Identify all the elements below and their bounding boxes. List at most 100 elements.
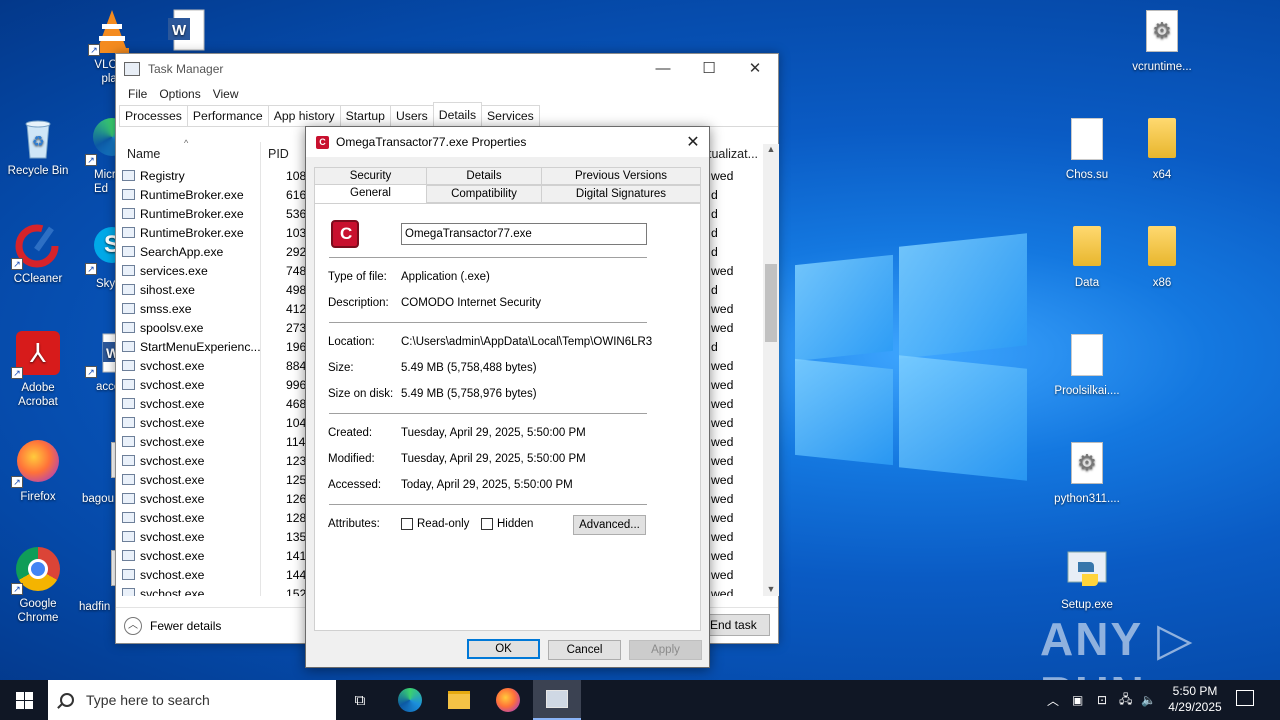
apply-button[interactable]: Apply bbox=[629, 640, 702, 660]
process-name: spoolsv.exe bbox=[140, 320, 204, 335]
hidden-checkbox[interactable]: Hidden bbox=[481, 518, 533, 530]
process-icon bbox=[122, 379, 135, 390]
desktop-icon-word-doc[interactable]: W bbox=[148, 8, 224, 56]
taskbar-file-explorer-icon[interactable] bbox=[435, 680, 483, 720]
chevron-up-icon[interactable]: ︿ bbox=[124, 616, 142, 635]
tab-users[interactable]: Users bbox=[389, 105, 434, 126]
size-label: Size: bbox=[328, 362, 354, 374]
process-name: svchost.exe bbox=[140, 358, 205, 373]
desktop-icon-label: Google Chrome bbox=[17, 598, 59, 624]
desktop-icon-label: x64 bbox=[1152, 169, 1172, 181]
desktop-icon-firefox[interactable]: ↗ Firefox bbox=[0, 438, 76, 504]
tab-performance[interactable]: Performance bbox=[186, 105, 269, 126]
menu-file[interactable]: File bbox=[122, 87, 153, 101]
process-icon bbox=[122, 170, 135, 181]
task-manager-titlebar[interactable]: Task Manager — ☐ ✕ bbox=[116, 54, 778, 83]
close-button[interactable]: ✕ bbox=[732, 54, 778, 83]
close-icon[interactable]: ✕ bbox=[677, 132, 709, 152]
tab-security[interactable]: Security bbox=[314, 167, 427, 185]
process-name: smss.exe bbox=[140, 301, 192, 316]
desktop-icon-acrobat[interactable]: ⅄ ↗ Adobe Acrobat bbox=[0, 330, 76, 409]
desktop-icon-python311[interactable]: ⚙ python311.... bbox=[1049, 440, 1125, 506]
chevron-up-icon[interactable]: ︿ bbox=[1047, 680, 1059, 720]
tab-compatibility[interactable]: Compatibility bbox=[426, 185, 542, 203]
taskbar-edge-icon[interactable] bbox=[386, 680, 434, 720]
file-icon bbox=[1064, 334, 1110, 380]
process-icon bbox=[122, 474, 135, 485]
process-icon bbox=[122, 341, 135, 352]
word-doc-icon: W bbox=[166, 8, 206, 52]
tab-services[interactable]: Services bbox=[481, 105, 540, 126]
filename-field[interactable] bbox=[401, 223, 647, 245]
taskbar-search-box[interactable]: Type here to search bbox=[48, 680, 336, 720]
desktop-icon-vcruntime[interactable]: ⚙ vcruntime... bbox=[1124, 8, 1200, 74]
desktop-icon-label: Setup.exe bbox=[1061, 599, 1113, 611]
general-tab-panel: Type of file: Application (.exe) Descrip… bbox=[314, 203, 701, 631]
menu-options[interactable]: Options bbox=[153, 87, 206, 101]
desktop-icon-x64[interactable]: x64 bbox=[1124, 116, 1200, 182]
desktop-icon-label: python311.... bbox=[1054, 493, 1120, 505]
process-virtualization: wed bbox=[711, 301, 734, 316]
tab-previous-versions[interactable]: Previous Versions bbox=[541, 167, 701, 185]
volume-icon[interactable]: 🔈 bbox=[1141, 680, 1156, 720]
process-name: svchost.exe bbox=[140, 529, 205, 544]
desktop-icon-x86[interactable]: x86 bbox=[1124, 224, 1200, 290]
process-name: svchost.exe bbox=[140, 567, 205, 582]
notification-center-icon[interactable] bbox=[1236, 690, 1254, 706]
readonly-checkbox[interactable]: Read-only bbox=[401, 518, 469, 530]
desktop-icon-data[interactable]: Data bbox=[1049, 224, 1125, 290]
taskbar-task-manager-icon[interactable] bbox=[533, 680, 581, 720]
checkbox-box[interactable] bbox=[481, 518, 493, 530]
tab-startup[interactable]: Startup bbox=[339, 105, 391, 126]
desktop-icon-recycle-bin[interactable]: ♻ Recycle Bin bbox=[0, 114, 76, 178]
tab-digital-signatures[interactable]: Digital Signatures bbox=[541, 185, 701, 203]
properties-dialog: C OmegaTransactor77.exe Properties ✕ Sec… bbox=[305, 126, 710, 668]
tab-app-history[interactable]: App history bbox=[267, 105, 341, 126]
menu-view[interactable]: View bbox=[207, 87, 245, 101]
taskbar-firefox-icon[interactable] bbox=[484, 680, 532, 720]
process-name: svchost.exe bbox=[140, 586, 205, 597]
size-on-disk-label: Size on disk: bbox=[328, 388, 394, 400]
vlc-icon: ↗ bbox=[88, 8, 132, 56]
taskbar-clock[interactable]: 5:50 PM 4/29/2025 bbox=[1158, 683, 1232, 715]
svg-text:♻: ♻ bbox=[32, 133, 45, 149]
process-virtualization: wed bbox=[711, 453, 734, 468]
task-manager-icon bbox=[124, 61, 140, 76]
network-device-icon[interactable]: ⊡ bbox=[1097, 680, 1107, 720]
tab-general[interactable]: General bbox=[314, 184, 427, 204]
desktop-icon-chrome[interactable]: ↗ Google Chrome bbox=[0, 546, 76, 625]
process-name: svchost.exe bbox=[140, 491, 205, 506]
network-icon[interactable]: 🖧 bbox=[1119, 680, 1132, 720]
desktop-icon-chos[interactable]: Chos.su bbox=[1049, 116, 1125, 182]
start-button[interactable] bbox=[0, 680, 48, 720]
desktop-icon-proolsilkai[interactable]: Proolsilkai.... bbox=[1049, 332, 1125, 398]
advanced-button[interactable]: Advanced... bbox=[573, 515, 646, 535]
properties-titlebar[interactable]: C OmegaTransactor77.exe Properties ✕ bbox=[306, 127, 709, 157]
tab-processes[interactable]: Processes bbox=[119, 105, 188, 126]
end-task-button[interactable]: End task bbox=[706, 614, 770, 636]
svg-text:W: W bbox=[172, 22, 187, 39]
desktop-icon-label: Adobe Acrobat bbox=[18, 382, 58, 408]
tray-app-icon[interactable]: ▣ bbox=[1072, 680, 1083, 720]
tab-details[interactable]: Details bbox=[426, 167, 542, 185]
comodo-icon: C bbox=[316, 135, 329, 149]
minimize-button[interactable]: — bbox=[640, 54, 686, 83]
desktop-icon-label: vcruntime... bbox=[1132, 61, 1192, 73]
hidden-label: Hidden bbox=[497, 518, 534, 530]
desktop-icon-setup[interactable]: Setup.exe bbox=[1049, 548, 1125, 612]
tab-details[interactable]: Details bbox=[432, 102, 483, 127]
desktop-icon-ccleaner[interactable]: ↗ CCleaner bbox=[0, 222, 76, 286]
cancel-button[interactable]: Cancel bbox=[548, 640, 621, 660]
fewer-details-link[interactable]: Fewer details bbox=[150, 619, 221, 633]
process-icon bbox=[122, 227, 135, 238]
process-icon bbox=[122, 493, 135, 504]
maximize-button[interactable]: ☐ bbox=[686, 54, 732, 83]
process-icon bbox=[122, 322, 135, 333]
scrollbar-thumb[interactable] bbox=[765, 264, 777, 342]
process-virtualization: wed bbox=[711, 358, 734, 373]
task-view-icon[interactable]: ⧉ bbox=[336, 680, 384, 720]
created-value: Tuesday, April 29, 2025, 5:50:00 PM bbox=[401, 427, 586, 439]
ok-button[interactable]: OK bbox=[467, 639, 540, 659]
process-list-scrollbar[interactable]: ▲ ▼ bbox=[763, 144, 779, 596]
checkbox-box[interactable] bbox=[401, 518, 413, 530]
